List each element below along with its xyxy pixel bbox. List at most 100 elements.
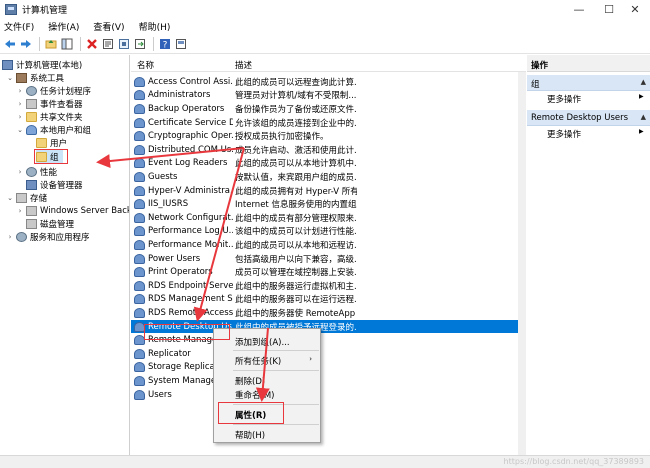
- annotation-box-properties: [218, 402, 284, 424]
- tree-item-disk-management[interactable]: 磁盘管理: [26, 217, 74, 230]
- table-row[interactable]: Power Users 包括高级用户以向下兼容，高级...: [131, 252, 526, 266]
- table-row[interactable]: RDS Management S... 此组中的服务器可以在运行远程...: [131, 293, 526, 307]
- more-actions-link-2[interactable]: 更多操作: [547, 128, 581, 140]
- chevron-right-icon[interactable]: ›: [16, 207, 24, 215]
- table-row[interactable]: Storage Replica ......有功...: [131, 361, 526, 375]
- group-name: Backup Operators: [148, 103, 225, 114]
- menu-item-rename[interactable]: 重命名(M): [235, 389, 274, 401]
- delete-icon[interactable]: [85, 37, 98, 50]
- tree-item-device-manager[interactable]: 设备管理器: [26, 178, 83, 191]
- group-icon: [134, 239, 145, 250]
- menu-item-help[interactable]: 帮助(H): [235, 429, 265, 441]
- table-row[interactable]: System Manage...: [131, 374, 526, 388]
- group-description: 按默认值，来宾跟用户组的成员...: [235, 172, 357, 183]
- group-name: Cryptographic Oper...: [148, 131, 233, 142]
- group-name: Access Control Assi...: [148, 76, 233, 87]
- table-row[interactable]: Event Log Readers 此组的成员可以从本地计算机中...: [131, 157, 526, 171]
- tree-item-root[interactable]: 计算机管理(本地): [2, 58, 82, 71]
- table-row[interactable]: Performance Monit... 此组的成员可以从本地和远程访...: [131, 238, 526, 252]
- table-row[interactable]: Backup Operators 备份操作员为了备份或还原文件...: [131, 102, 526, 116]
- close-button[interactable]: ✕: [620, 0, 650, 18]
- annotation-box-groups: [34, 149, 68, 164]
- group-description: 授权成员执行加密操作。: [235, 132, 329, 143]
- group-description: 包括高级用户以向下兼容，高级...: [235, 254, 357, 265]
- actions-section-groups[interactable]: 组 ▲: [527, 75, 650, 91]
- chevron-right-icon[interactable]: ›: [16, 100, 24, 108]
- properties-icon[interactable]: [101, 37, 114, 50]
- column-header-description[interactable]: 描述: [235, 59, 252, 71]
- table-row[interactable]: Hyper-V Administra... 此组的成员拥有对 Hyper-V 所有…: [131, 184, 526, 198]
- menu-item-delete[interactable]: 删除(D): [235, 375, 265, 387]
- tree-label: 性能: [40, 167, 58, 178]
- table-row[interactable]: IIS_IUSRS Internet 信息服务使用的内置组。: [131, 197, 526, 211]
- refresh-icon[interactable]: [117, 37, 130, 50]
- collapse-icon[interactable]: ▲: [641, 78, 646, 86]
- folder-up-icon[interactable]: [44, 37, 57, 50]
- tree-item-performance[interactable]: › 性能: [16, 165, 57, 178]
- group-description: 此组的成员可以远程查询此计算...: [235, 77, 357, 88]
- back-icon[interactable]: [3, 37, 16, 50]
- forward-icon[interactable]: [19, 37, 32, 50]
- tree-label: 共享文件夹: [40, 112, 83, 123]
- tree-item-task-scheduler[interactable]: › 任务计划程序: [16, 84, 91, 97]
- tree-item-shared-folders[interactable]: › 共享文件夹: [16, 110, 83, 123]
- group-description: 成员允许启动、激活和使用此计...: [235, 145, 357, 156]
- chevron-right-icon[interactable]: ›: [16, 87, 24, 95]
- table-row[interactable]: RDS Endpoint Serve... 此组中的服务器运行虚拟机和主...: [131, 279, 526, 293]
- menu-help[interactable]: 帮助(H): [139, 20, 171, 33]
- window-title: 计算机管理: [22, 5, 68, 16]
- help-icon[interactable]: ?: [158, 37, 171, 50]
- menu-item-add-to-group[interactable]: 添加到组(A)...: [235, 336, 290, 348]
- chevron-down-icon[interactable]: ⌄: [6, 194, 14, 202]
- tree-label: 设备管理器: [40, 180, 83, 191]
- table-row[interactable]: Access Control Assi... 此组的成员可以远程查询此计算...: [131, 75, 526, 89]
- context-menu: 添加到组(A)... 所有任务(K) › 删除(D) 重命名(M) 属性(R) …: [213, 328, 321, 443]
- table-row[interactable]: Replicator: [131, 347, 526, 361]
- navigation-tree: 计算机管理(本地) ⌄ 系统工具 › 任务计划程序 › 事件查看器 › 共享文件…: [0, 55, 130, 455]
- tree-label: 磁盘管理: [40, 219, 75, 230]
- tree-item-local-users-groups[interactable]: ⌄ 本地用户和组: [16, 123, 91, 136]
- more-actions-link-1[interactable]: 更多操作: [547, 93, 581, 105]
- menu-item-all-tasks[interactable]: 所有任务(K): [235, 355, 281, 367]
- menu-action[interactable]: 操作(A): [48, 20, 79, 33]
- chevron-right-icon[interactable]: ›: [6, 233, 14, 241]
- toolbar-separator: [39, 36, 40, 51]
- table-row[interactable]: Network Configurat... 此组中的成员有部分管理权限来...: [131, 211, 526, 225]
- tree-item-system-tools[interactable]: ⌄ 系统工具: [6, 71, 64, 84]
- tree-item-users[interactable]: 用户: [36, 136, 67, 149]
- show-tree-icon[interactable]: [60, 37, 73, 50]
- chevron-right-icon[interactable]: ›: [16, 113, 24, 121]
- collapse-icon[interactable]: ▲: [641, 113, 646, 121]
- table-row[interactable]: Certificate Service D...允许该组的成员连接到企业中的..…: [131, 116, 526, 130]
- export-icon[interactable]: [133, 37, 146, 50]
- chevron-down-icon[interactable]: ⌄: [6, 74, 14, 82]
- actions-section-remote-desktop-users[interactable]: Remote Desktop Users ▲: [527, 110, 650, 126]
- tree-item-event-viewer[interactable]: › 事件查看器: [16, 97, 83, 110]
- table-row[interactable]: Users...的系统...: [131, 388, 526, 402]
- menu-file[interactable]: 文件(F): [4, 20, 34, 33]
- group-description: 成员可以管理在域控制器上安装...: [235, 268, 357, 279]
- tree-item-services-apps[interactable]: › 服务和应用程序: [6, 230, 90, 243]
- column-header-name[interactable]: 名称: [137, 59, 154, 71]
- minimize-button[interactable]: —: [564, 0, 594, 18]
- table-row[interactable]: Performance Log U... 该组中的成员可以计划进行性能...: [131, 225, 526, 239]
- group-icon: [134, 158, 145, 169]
- table-row[interactable]: Distributed COM Us... 成员允许启动、激活和使用此计...: [131, 143, 526, 157]
- group-name: RDS Management S...: [148, 294, 233, 305]
- table-row[interactable]: RDS Remote Access... 此组中的服务器使 RemoteApp .…: [131, 306, 526, 320]
- folder-icon: [36, 137, 47, 148]
- table-row[interactable]: Administrators 管理员对计算机/域有不受限制...: [131, 89, 526, 103]
- group-name: Performance Monit...: [148, 239, 233, 250]
- vertical-scrollbar[interactable]: [518, 72, 526, 455]
- tree-item-storage[interactable]: ⌄ 存储: [6, 191, 47, 204]
- chevron-right-icon[interactable]: ›: [16, 168, 24, 176]
- table-row[interactable]: Cryptographic Oper... 授权成员执行加密操作。: [131, 129, 526, 143]
- view-icon[interactable]: [174, 37, 187, 50]
- chevron-down-icon[interactable]: ⌄: [16, 126, 24, 134]
- tree-item-windows-server-backup[interactable]: › Windows Server Back: [16, 204, 129, 217]
- menu-view[interactable]: 查看(V): [93, 20, 124, 33]
- table-row[interactable]: Guests 按默认值，来宾跟用户组的成员...: [131, 170, 526, 184]
- table-row[interactable]: Print Operators 成员可以管理在域控制器上安装...: [131, 265, 526, 279]
- group-name: Network Configurat...: [148, 212, 233, 223]
- tree-label: 计算机管理(本地): [16, 60, 83, 71]
